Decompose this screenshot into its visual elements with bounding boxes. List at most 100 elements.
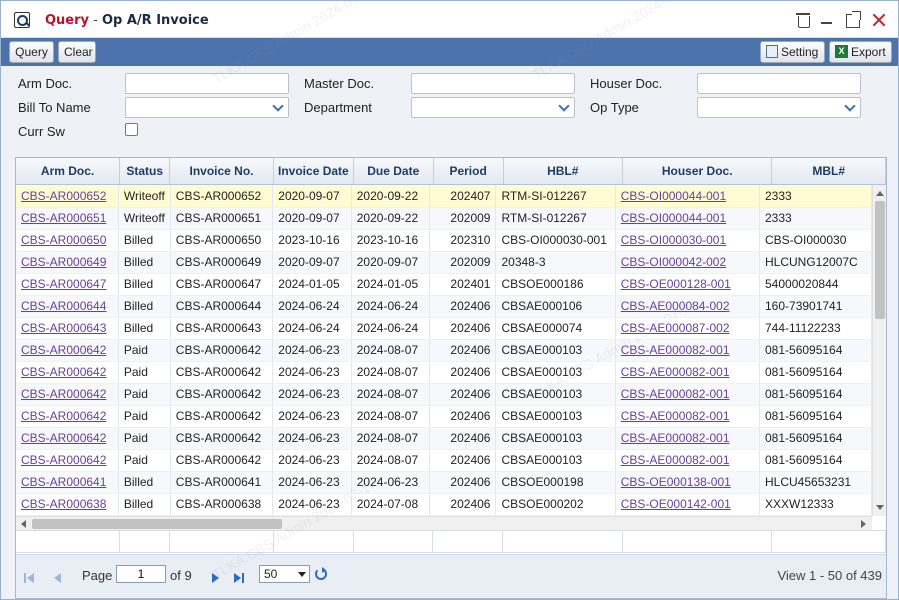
- cell-status: Paid: [118, 427, 171, 450]
- cell-period: 202009: [429, 207, 497, 230]
- op-type-select[interactable]: [697, 97, 861, 118]
- cell-houser-doc[interactable]: CBS-AE000082-001: [615, 427, 761, 450]
- cell-houser-doc[interactable]: CBS-AE000082-001: [615, 361, 761, 384]
- clear-button[interactable]: Clear: [58, 41, 96, 63]
- cell-invoice-no: CBS-AR000650: [170, 229, 274, 252]
- footer-cell: [432, 530, 504, 553]
- cell-arm-doc[interactable]: CBS-AR000650: [16, 229, 119, 252]
- table-row[interactable]: CBS-AR000647 Billed CBS-AR000647 2024-01-05…: [16, 273, 872, 296]
- column-header-due-date[interactable]: Due Date: [353, 158, 434, 185]
- table-row[interactable]: CBS-AR000642 Paid CBS-AR000642 2024-06-23 20…: [16, 449, 872, 472]
- table-row[interactable]: CBS-AR000642 Paid CBS-AR000642 2024-06-23 20…: [16, 427, 872, 450]
- chevron-down-icon[interactable]: [271, 101, 284, 114]
- vertical-scrollbar[interactable]: [872, 185, 886, 516]
- bill-to-name-select[interactable]: [125, 97, 289, 118]
- chevron-down-icon[interactable]: [557, 101, 570, 114]
- cell-houser-doc[interactable]: CBS-AE000082-001: [615, 383, 761, 406]
- cell-period: 202406: [429, 361, 497, 384]
- column-header-mbl[interactable]: MBL#: [771, 158, 886, 185]
- maximize-icon[interactable]: [843, 10, 863, 30]
- table-row[interactable]: CBS-AR000643 Billed CBS-AR000643 2024-06-24…: [16, 317, 872, 340]
- cell-period: 202406: [429, 427, 497, 450]
- next-page-icon[interactable]: [210, 572, 222, 584]
- cell-houser-doc[interactable]: CBS-AE000084-002: [615, 295, 761, 318]
- curr-sw-checkbox[interactable]: [125, 123, 138, 136]
- master-doc-input[interactable]: [411, 73, 575, 94]
- refresh-icon[interactable]: [315, 567, 327, 580]
- cell-houser-doc[interactable]: CBS-OI000044-001: [615, 185, 761, 208]
- previous-page-icon[interactable]: [52, 572, 64, 584]
- table-row[interactable]: CBS-AR000638 Billed CBS-AR000638 2024-06-23…: [16, 493, 872, 516]
- cell-arm-doc[interactable]: CBS-AR000644: [16, 295, 119, 318]
- column-header-invoice-date[interactable]: Invoice Date: [273, 158, 354, 185]
- close-icon[interactable]: [869, 10, 889, 30]
- cell-arm-doc[interactable]: CBS-AR000642: [16, 405, 119, 428]
- column-header-arm-doc[interactable]: Arm Doc.: [16, 158, 121, 185]
- export-button[interactable]: X Export: [829, 41, 892, 63]
- cell-houser-doc[interactable]: CBS-AE000082-001: [615, 405, 761, 428]
- minimize-icon[interactable]: [817, 10, 837, 30]
- table-row[interactable]: CBS-AR000642 Paid CBS-AR000642 2024-06-23 20…: [16, 383, 872, 406]
- cell-arm-doc[interactable]: CBS-AR000649: [16, 251, 119, 274]
- cell-arm-doc[interactable]: CBS-AR000647: [16, 273, 119, 296]
- cell-houser-doc[interactable]: CBS-OE000128-001: [615, 273, 761, 296]
- cell-houser-doc[interactable]: CBS-OE000138-001: [615, 471, 761, 494]
- cell-houser-doc[interactable]: CBS-OI000044-001: [615, 207, 761, 230]
- cell-houser-doc[interactable]: CBS-OI000030-001: [615, 229, 761, 252]
- cell-period: 202310: [429, 229, 497, 252]
- horizontal-scrollbar[interactable]: [16, 516, 872, 530]
- table-row[interactable]: CBS-AR000642 Paid CBS-AR000642 2024-06-23 20…: [16, 405, 872, 428]
- trash-icon[interactable]: [793, 10, 813, 30]
- scroll-right-icon[interactable]: [861, 520, 866, 528]
- vertical-scroll-thumb[interactable]: [875, 201, 885, 319]
- cell-arm-doc[interactable]: CBS-AR000641: [16, 471, 119, 494]
- table-row[interactable]: CBS-AR000650 Billed CBS-AR000650 2023-10-16…: [16, 229, 872, 252]
- horizontal-scroll-thumb[interactable]: [32, 519, 282, 529]
- cell-invoice-date: 2023-10-16: [272, 229, 352, 252]
- table-row[interactable]: CBS-AR000649 Billed CBS-AR000649 2020-09-07…: [16, 251, 872, 274]
- column-header-houser-doc[interactable]: Houser Doc.: [622, 158, 773, 185]
- cell-houser-doc[interactable]: CBS-OI000042-002: [615, 251, 761, 274]
- table-row[interactable]: CBS-AR000641 Billed CBS-AR000641 2024-06-23…: [16, 471, 872, 494]
- page-number-input[interactable]: [116, 565, 166, 583]
- houser-doc-input[interactable]: [697, 73, 861, 94]
- cell-arm-doc[interactable]: CBS-AR000643: [16, 317, 119, 340]
- scroll-down-icon[interactable]: [876, 505, 884, 510]
- page-size-select[interactable]: 50: [259, 565, 310, 583]
- query-button[interactable]: Query: [9, 41, 54, 63]
- setting-button[interactable]: Setting: [760, 41, 825, 63]
- column-header-period[interactable]: Period: [433, 158, 504, 185]
- cell-houser-doc[interactable]: CBS-OE000142-001: [615, 493, 761, 516]
- table-row[interactable]: CBS-AR000652 Writeoff CBS-AR000652 2020-09-…: [16, 185, 872, 208]
- last-page-icon[interactable]: [234, 572, 246, 584]
- cell-arm-doc[interactable]: CBS-AR000642: [16, 427, 119, 450]
- column-header-hbl[interactable]: HBL#: [503, 158, 623, 185]
- cell-arm-doc[interactable]: CBS-AR000642: [16, 383, 119, 406]
- arm-doc-input[interactable]: [125, 73, 289, 94]
- department-select[interactable]: [411, 97, 575, 118]
- chevron-down-icon[interactable]: [843, 101, 856, 114]
- cell-arm-doc[interactable]: CBS-AR000651: [16, 207, 119, 230]
- first-page-icon[interactable]: [24, 572, 36, 584]
- cell-arm-doc[interactable]: CBS-AR000652: [16, 185, 119, 208]
- cell-invoice-date: 2024-06-23: [272, 449, 352, 472]
- table-row[interactable]: CBS-AR000644 Billed CBS-AR000644 2024-06-24…: [16, 295, 872, 318]
- cell-arm-doc[interactable]: CBS-AR000642: [16, 339, 119, 362]
- cell-houser-doc[interactable]: CBS-AE000082-001: [615, 449, 761, 472]
- column-header-invoice-no[interactable]: Invoice No.: [169, 158, 274, 185]
- table-row[interactable]: CBS-AR000642 Paid CBS-AR000642 2024-06-23 20…: [16, 361, 872, 384]
- chevron-down-icon[interactable]: [298, 572, 306, 577]
- magnifier-icon: [14, 12, 30, 28]
- cell-arm-doc[interactable]: CBS-AR000638: [16, 493, 119, 516]
- cell-invoice-date: 2024-06-23: [272, 493, 352, 516]
- column-header-status[interactable]: Status: [119, 158, 171, 185]
- cell-houser-doc[interactable]: CBS-AE000082-001: [615, 339, 761, 362]
- table-row[interactable]: CBS-AR000651 Writeoff CBS-AR000651 2020-09-…: [16, 207, 872, 230]
- cell-houser-doc[interactable]: CBS-AE000087-002: [615, 317, 761, 340]
- cell-arm-doc[interactable]: CBS-AR000642: [16, 449, 119, 472]
- scroll-up-icon[interactable]: [876, 191, 884, 196]
- cell-arm-doc[interactable]: CBS-AR000642: [16, 361, 119, 384]
- table-row[interactable]: CBS-AR000642 Paid CBS-AR000642 2024-06-23 20…: [16, 339, 872, 362]
- cell-mbl: 744-11122233: [759, 317, 872, 340]
- scroll-left-icon[interactable]: [21, 520, 26, 528]
